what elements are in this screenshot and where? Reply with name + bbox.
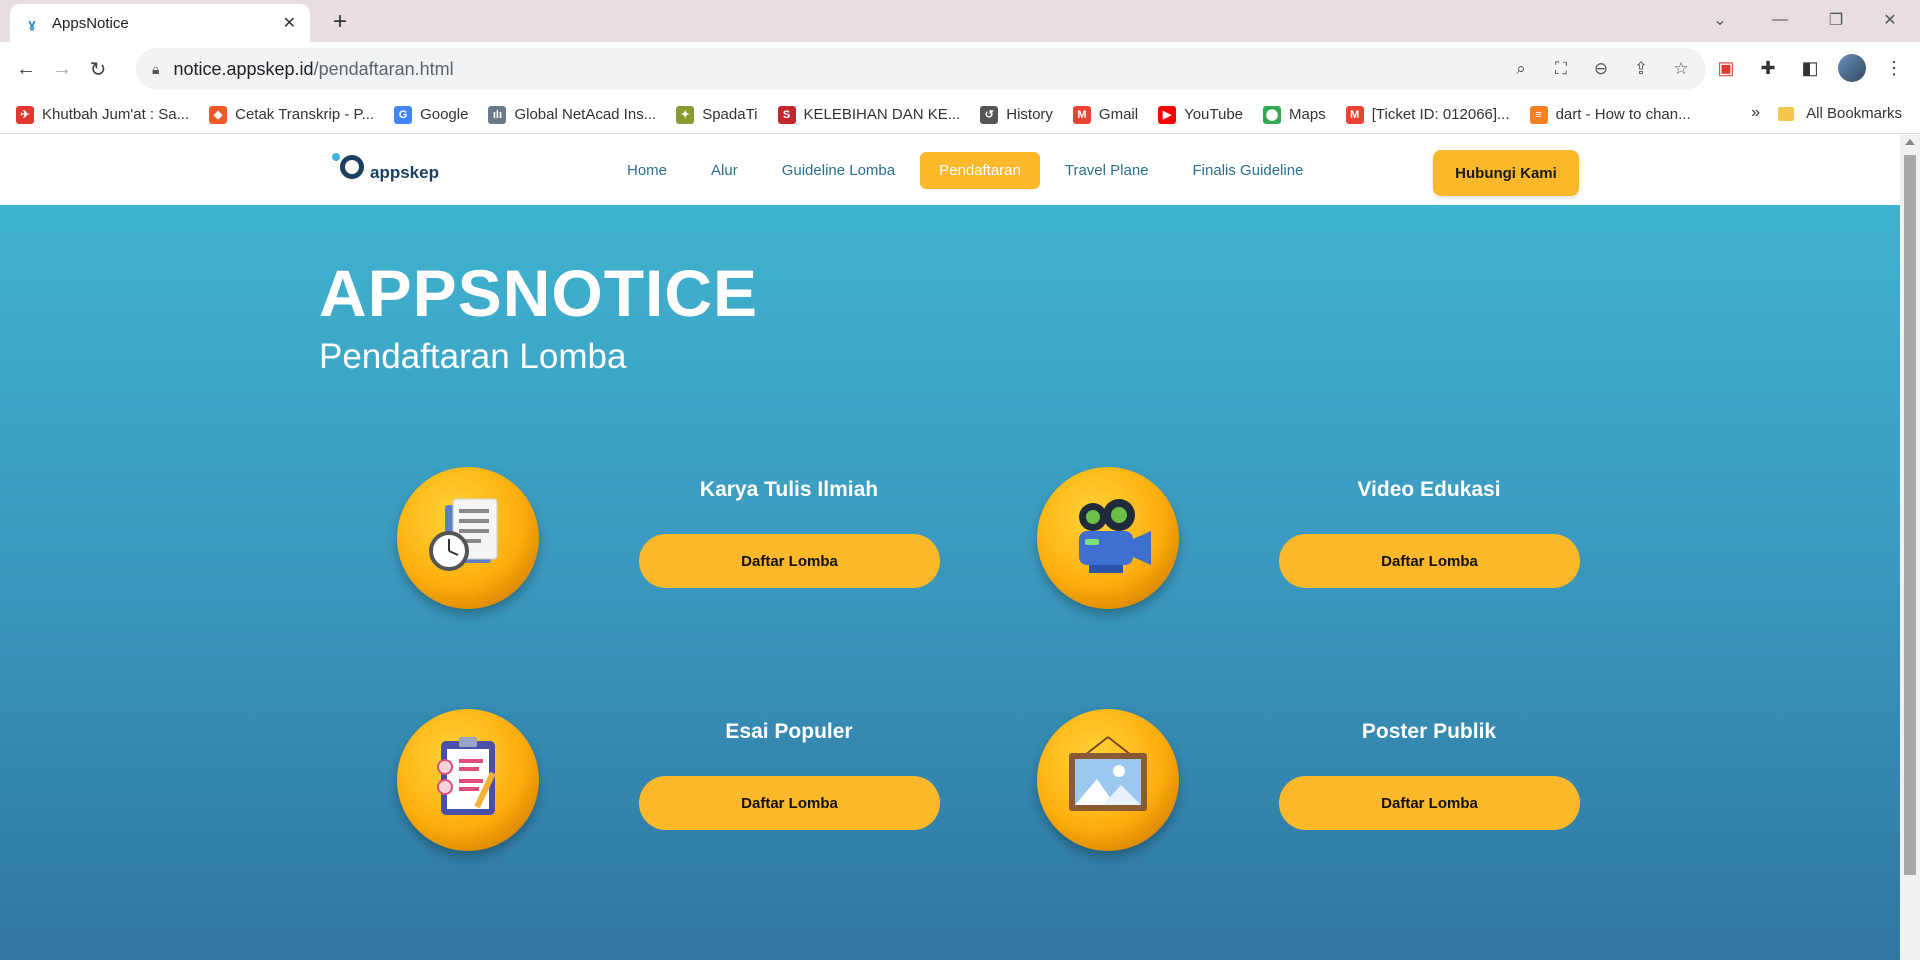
stackoverflow-icon: ≡ (1529, 105, 1548, 124)
appskep-logo-icon (332, 153, 368, 183)
reload-icon[interactable]: ↻ (80, 51, 116, 87)
competition-title: Esai Populer (725, 720, 853, 743)
zoom-icon[interactable]: ⊖ (1588, 56, 1614, 82)
minimize-icon[interactable]: — (1760, 0, 1800, 40)
nav-link-finalis-guideline[interactable]: Finalis Guideline (1174, 152, 1323, 189)
folder-icon (1778, 106, 1795, 121)
bookmark-label: SpadaTi (702, 106, 758, 123)
bookmark-item[interactable]: ✦ SpadaTi (676, 105, 758, 124)
bookmark-label: Maps (1289, 106, 1326, 123)
competition-title: Video Edukasi (1357, 478, 1501, 501)
new-tab-icon[interactable]: + (326, 8, 354, 36)
bookmark-star-icon[interactable]: ☆ (1668, 56, 1694, 82)
bookmark-label: [Ticket ID: 012066]... (1371, 106, 1510, 123)
bookmark-label: YouTube (1184, 106, 1244, 123)
translate-icon[interactable]: ⛶ (1548, 56, 1574, 82)
close-tab-icon[interactable]: ✕ (283, 13, 296, 33)
appskep-logo[interactable]: appskep (332, 153, 439, 183)
google-icon: G (394, 105, 413, 124)
red-bird-icon: ✈ (16, 105, 34, 124)
bookmark-label: Khutbah Jum'at : Sa... (42, 106, 190, 123)
main-menu: Home Alur Guideline Lomba Pendaftaran Travel… (608, 152, 1328, 189)
hero-section: APPSNOTICE Pendaftaran Lomba Karya Tulis… (0, 205, 1900, 960)
menu-kebab-icon[interactable]: ⋮ (1880, 54, 1908, 82)
browser-tab-bar: ɣ AppsNotice ✕ + ⌄ — ❐ ✕ (0, 0, 1920, 42)
bookmark-item[interactable]: G Google (394, 105, 469, 124)
bookmark-label: Cetak Transkrip - P... (235, 106, 375, 123)
bookmark-item[interactable]: ılı Global NetAcad Ins... (488, 105, 657, 124)
picture-frame-icon (1037, 709, 1179, 851)
more-bookmarks-icon[interactable]: » (1751, 104, 1760, 122)
bookmark-label: Gmail (1098, 106, 1139, 123)
nav-link-home[interactable]: Home (608, 152, 686, 189)
gmail-icon: M (1072, 105, 1091, 124)
bookmark-label: Google (420, 106, 469, 123)
competition-title: Poster Publik (1361, 720, 1497, 743)
browser-tab[interactable]: ɣ AppsNotice ✕ (10, 4, 310, 42)
forward-icon[interactable]: → (44, 51, 80, 87)
extension-red-icon[interactable]: ▣ (1712, 54, 1740, 82)
hubungi-kami-button[interactable]: Hubungi Kami (1433, 150, 1579, 196)
clipboard-checklist-icon (397, 709, 539, 851)
nav-link-guideline-lomba[interactable]: Guideline Lomba (763, 152, 914, 189)
video-camera-icon (1037, 467, 1179, 609)
tab-title: AppsNotice (52, 14, 129, 32)
gmail-icon: M (1345, 105, 1364, 124)
youtube-icon: ▶ (1158, 105, 1177, 124)
cisco-icon: ılı (488, 105, 507, 124)
search-icon[interactable]: ⌕ (1508, 56, 1534, 82)
competition-title: Karya Tulis Ilmiah (699, 478, 879, 501)
logo-text: appskep (370, 163, 439, 182)
bookmark-item[interactable]: ⬤ Maps (1263, 105, 1326, 124)
side-panel-icon[interactable]: ◧ (1796, 54, 1824, 82)
bookmark-label: KELEBIHAN DAN KE... (803, 106, 961, 123)
nav-link-travel-plane[interactable]: Travel Plane (1046, 152, 1168, 189)
profile-avatar[interactable] (1838, 54, 1866, 82)
s-icon: S (777, 105, 796, 124)
browser-toolbar: ← → ↻ 🔒︎ notice.appskep.id/pendaftaran.h… (0, 42, 1920, 96)
bookmark-item[interactable]: M [Ticket ID: 012066]... (1345, 105, 1510, 124)
page-title: APPSNOTICE (319, 256, 759, 330)
close-window-icon[interactable]: ✕ (1870, 0, 1910, 40)
bookmark-item[interactable]: ↺ History (980, 105, 1053, 124)
spadati-icon: ✦ (676, 105, 695, 124)
maps-icon: ⬤ (1263, 105, 1282, 124)
bookmark-label: History (1006, 106, 1053, 123)
bookmarks-bar: ✈ Khutbah Jum'at : Sa... ◆ Cetak Transkrip … (0, 96, 1920, 134)
lock-icon[interactable]: 🔒︎ (152, 61, 159, 78)
nav-link-alur[interactable]: Alur (692, 152, 757, 189)
page-viewport: appskep Home Alur Guideline Lomba Pendaftar… (0, 135, 1900, 960)
daftar-lomba-button[interactable]: Daftar Lomba (639, 534, 940, 588)
bookmark-item[interactable]: ✈ Khutbah Jum'at : Sa... (16, 105, 190, 124)
scroll-up-icon[interactable] (1905, 139, 1915, 145)
bookmark-item[interactable]: ▶ YouTube (1158, 105, 1244, 124)
url-text[interactable]: notice.appskep.id/pendaftaran.html (173, 59, 453, 80)
bookmark-item[interactable]: M Gmail (1072, 105, 1139, 124)
page-subtitle: Pendaftaran Lomba (319, 337, 627, 376)
orange-hex-icon: ◆ (209, 105, 228, 124)
back-icon[interactable]: ← (8, 51, 44, 87)
scrollbar-thumb[interactable] (1904, 155, 1916, 875)
bookmark-item[interactable]: ≡ dart - How to chan... (1529, 105, 1691, 124)
page-scrollbar[interactable] (1900, 135, 1920, 960)
site-navbar: appskep Home Alur Guideline Lomba Pendaftar… (0, 135, 1900, 205)
tab-search-icon[interactable]: ⌄ (1700, 0, 1740, 40)
extensions-puzzle-icon[interactable]: ✚ (1754, 54, 1782, 82)
bookmark-label: dart - How to chan... (1555, 106, 1691, 123)
daftar-lomba-button[interactable]: Daftar Lomba (639, 776, 940, 830)
nav-link-pendaftaran[interactable]: Pendaftaran (920, 152, 1040, 189)
share-icon[interactable]: ⇪ (1628, 56, 1654, 82)
all-bookmarks[interactable]: All Bookmarks (1778, 105, 1902, 122)
appsnotice-favicon-icon: ɣ (28, 15, 36, 31)
daftar-lomba-button[interactable]: Daftar Lomba (1279, 776, 1580, 830)
bookmark-item[interactable]: ◆ Cetak Transkrip - P... (209, 105, 375, 124)
daftar-lomba-button[interactable]: Daftar Lomba (1279, 534, 1580, 588)
address-bar[interactable]: 🔒︎ notice.appskep.id/pendaftaran.html ⌕ … (136, 48, 1706, 90)
history-icon: ↺ (980, 105, 999, 124)
bookmark-label: Global NetAcad Ins... (514, 106, 657, 123)
restore-icon[interactable]: ❐ (1816, 0, 1856, 40)
bookmark-item[interactable]: S KELEBIHAN DAN KE... (777, 105, 961, 124)
document-clock-icon (397, 467, 539, 609)
